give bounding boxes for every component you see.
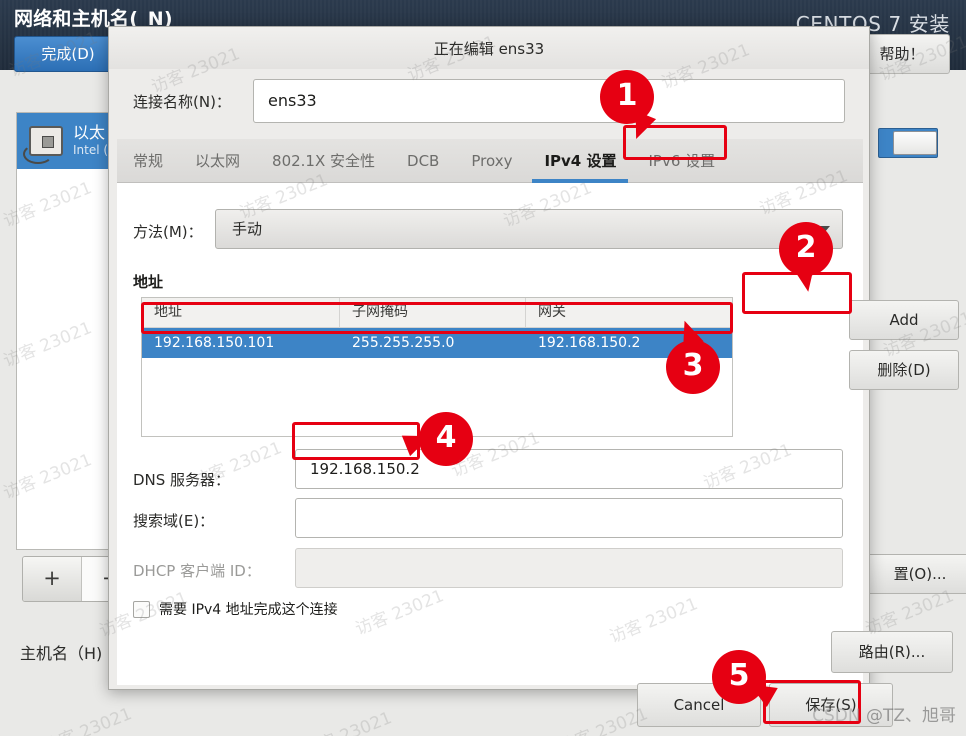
annotation-badge-1: 1 — [600, 70, 657, 144]
badge-2-text: 2 — [795, 230, 817, 265]
table-header-row: 地址 子网掩码 网关 — [142, 298, 732, 328]
toggle-knob — [893, 131, 937, 155]
cell-address: 192.168.150.101 — [154, 335, 275, 351]
edit-connection-dialog: 正在编辑 ens33 连接名称(N)： ens33 常规 以太网 802.1X … — [108, 26, 959, 727]
ethernet-icon — [23, 126, 63, 164]
search-domains-label: 搜索域(E)： — [133, 512, 215, 530]
tab-ipv4-settings[interactable]: IPv4 设置 — [528, 139, 632, 183]
method-label: 方法(M)： — [133, 223, 203, 241]
tab-ethernet[interactable]: 以太网 — [179, 139, 256, 183]
device-model: Intel ( — [73, 143, 109, 157]
column-header-gateway: 网关 — [538, 304, 566, 320]
dns-servers-label: DNS 服务器： — [133, 471, 231, 489]
dhcp-client-id-input — [295, 548, 843, 588]
connection-name-row: 连接名称(N)： ens33 — [133, 79, 845, 123]
column-header-netmask: 子网掩码 — [340, 298, 526, 327]
badge-1-text: 1 — [616, 78, 638, 113]
csdn-author: @TZ、旭哥 — [865, 706, 956, 726]
settings-tabs[interactable]: 常规 以太网 802.1X 安全性 DCB Proxy IPv4 设置 IPv6… — [117, 139, 863, 183]
require-ipv4-label: 需要 IPv4 地址完成这个连接 — [159, 602, 338, 618]
badge-4-text: 4 — [435, 420, 457, 455]
tab-proxy[interactable]: Proxy — [455, 139, 528, 183]
tab-dcb[interactable]: DCB — [391, 139, 455, 183]
connection-name-label: 连接名称(N)： — [133, 93, 231, 111]
add-device-button[interactable]: + — [23, 557, 81, 601]
method-select[interactable]: 手动 — [215, 209, 843, 249]
device-name: 以太 — [73, 124, 106, 142]
connection-name-input[interactable]: ens33 — [253, 79, 845, 123]
csdn-label: CSDN — [812, 706, 861, 726]
connection-toggle[interactable] — [878, 128, 938, 158]
dialog-title: 正在编辑 ens33 — [433, 40, 545, 58]
require-ipv4-row[interactable]: 需要 IPv4 地址完成这个连接 — [133, 599, 338, 619]
csdn-watermark: CSDN @TZ、旭哥 — [812, 701, 956, 726]
configure-button[interactable]: 置(O)... — [860, 554, 966, 594]
badge-2-tail — [792, 264, 820, 294]
dns-servers-input[interactable]: 192.168.150.2 — [295, 449, 843, 489]
cell-netmask: 255.255.255.0 — [352, 335, 455, 351]
hostname-label: 主机名（H) — [20, 644, 103, 663]
annotation-badge-2: 2 — [779, 222, 833, 294]
add-address-button[interactable]: Add — [849, 300, 959, 340]
tab-general[interactable]: 常规 — [117, 139, 179, 183]
search-domains-input[interactable] — [295, 498, 843, 538]
table-row[interactable]: 192.168.150.101 255.255.255.0 192.168.15… — [142, 328, 732, 358]
dhcp-client-id-label: DHCP 客户端 ID： — [133, 562, 261, 580]
device-texts: 以太 Intel ( — [73, 124, 108, 158]
addresses-section-label: 地址 — [133, 273, 164, 291]
badge-3-text: 3 — [682, 348, 704, 383]
method-value: 手动 — [232, 220, 263, 238]
annotation-badge-5: 5 — [712, 650, 778, 708]
delete-address-button[interactable]: 删除(D) — [849, 350, 959, 390]
annotation-badge-4: 4 — [401, 412, 473, 466]
tab-8021x-security[interactable]: 802.1X 安全性 — [256, 139, 391, 183]
column-header-address: 地址 — [142, 298, 340, 327]
tab-ipv6-settings[interactable]: IPv6 设置 — [632, 139, 731, 183]
require-ipv4-checkbox[interactable] — [133, 600, 150, 618]
annotation-badge-3: 3 — [666, 317, 720, 394]
done-button[interactable]: 完成(D) — [14, 36, 122, 72]
